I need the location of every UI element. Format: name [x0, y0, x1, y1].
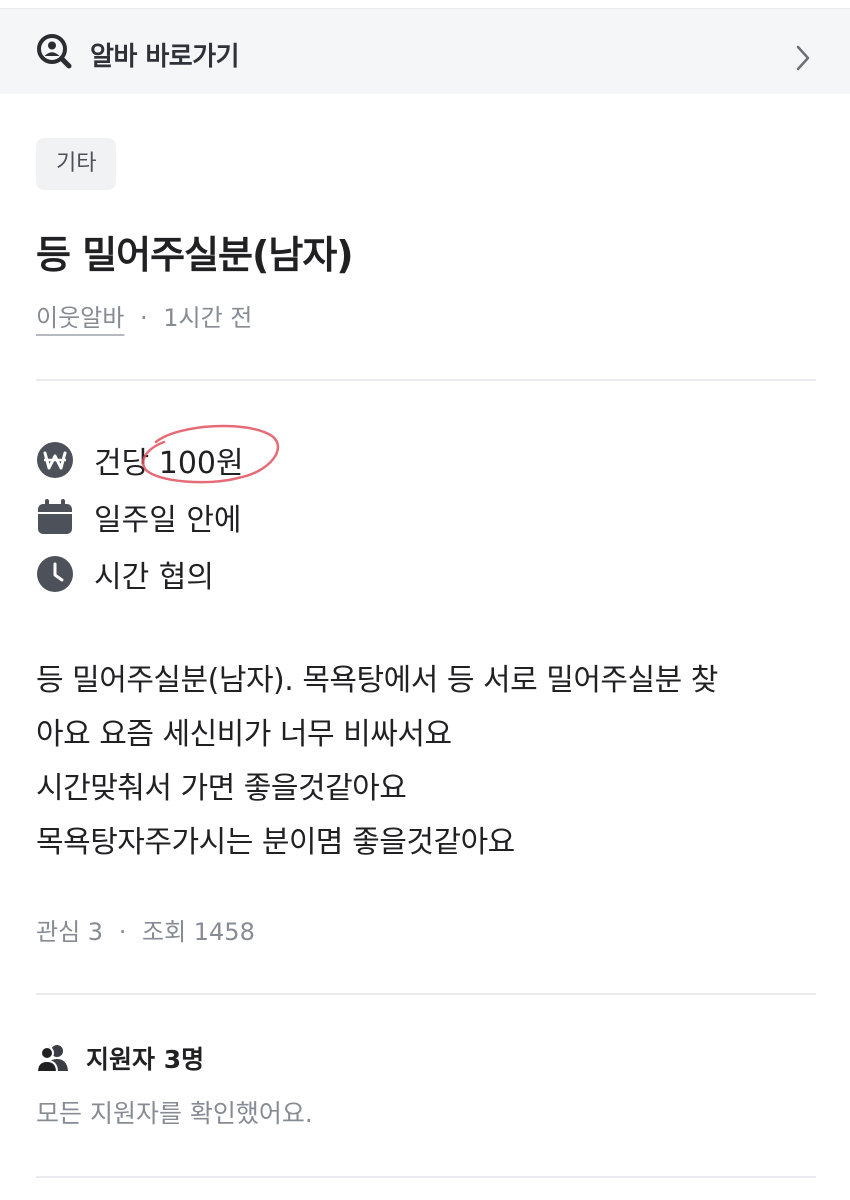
divider	[36, 1176, 816, 1178]
divider	[36, 993, 816, 995]
description-line: 아요 요즘 세신비가 너무 비싸서요	[36, 717, 452, 752]
meta-separator: ·	[139, 304, 148, 332]
won-icon	[37, 442, 73, 478]
stats-separator: ·	[118, 918, 127, 946]
chevron-right-icon	[796, 45, 810, 71]
post-title: 등 밀어주실분(남자)	[36, 233, 354, 277]
user-search-icon	[37, 34, 72, 69]
post-description: 등 밀어주실분(남자). 목욕탕에서 등 서로 밀어주실분 찾 아요 요즘 세신…	[36, 654, 826, 870]
description-line: 등 밀어주실분(남자). 목욕탕에서 등 서로 밀어주실분 찾	[36, 663, 718, 698]
description-line: 시간맞춰서 가면 좋을것같아요	[36, 771, 407, 806]
time-row: 시간 협의	[36, 554, 214, 595]
author-link[interactable]: 이웃알바	[36, 304, 124, 332]
clock-icon	[37, 556, 73, 592]
shortcut-label: 알바 바로가기	[90, 42, 240, 72]
job-shortcut-bar[interactable]: 알바 바로가기	[0, 8, 850, 94]
description-line: 목욕탕자주가시는 분이몀 좋을것같아요	[36, 825, 515, 860]
divider	[36, 379, 816, 381]
applicants-label: 지원자 3명	[86, 1045, 205, 1074]
post-stats: 관심 3 · 조회 1458	[36, 912, 255, 947]
post-meta: 이웃알바 · 1시간 전	[36, 298, 252, 333]
applicants-header[interactable]: 지원자 3명	[36, 1040, 204, 1076]
handwritten-circle-annotation	[141, 424, 280, 484]
interest-count: 관심 3	[36, 918, 104, 946]
view-count: 조회 1458	[141, 918, 255, 946]
time-text: 시간 협의	[94, 560, 214, 595]
period-text: 일주일 안에	[94, 503, 242, 538]
posted-time: 1시간 전	[163, 304, 253, 332]
category-chip: 기타	[36, 138, 117, 190]
period-row: 일주일 안에	[36, 497, 242, 538]
users-icon	[36, 1045, 68, 1073]
applicants-status: 모든 지원자를 확인했어요.	[36, 1099, 313, 1128]
calendar-icon	[38, 499, 72, 534]
